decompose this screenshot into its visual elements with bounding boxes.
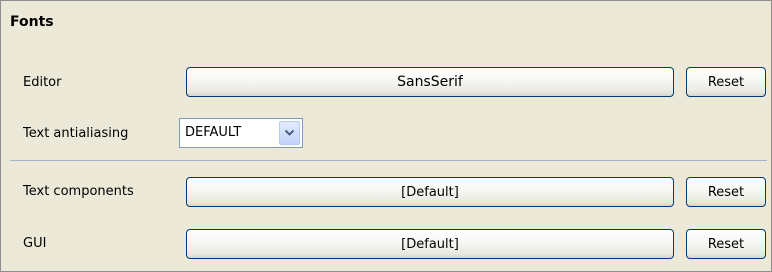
- gui-font-button[interactable]: [Default]: [186, 229, 674, 259]
- editor-font-button[interactable]: SansSerif: [186, 67, 674, 97]
- editor-font-value: SansSerif: [397, 74, 463, 90]
- editor-reset-label: Reset: [707, 74, 745, 90]
- gui-reset-button[interactable]: Reset: [686, 229, 766, 259]
- antialiasing-label: Text antialiasing: [23, 126, 129, 141]
- fonts-panel: Fonts Editor SansSerif Reset Text antial…: [0, 0, 772, 272]
- gui-reset-label: Reset: [707, 236, 745, 252]
- antialiasing-select[interactable]: DEFAULT: [179, 118, 303, 148]
- text-components-font-value: [Default]: [401, 184, 459, 200]
- text-components-label: Text components: [23, 184, 134, 199]
- section-title: Fonts: [10, 14, 54, 30]
- gui-label: GUI: [23, 236, 47, 251]
- editor-label: Editor: [23, 75, 62, 90]
- text-components-reset-label: Reset: [707, 184, 745, 200]
- section-divider: [10, 160, 767, 161]
- editor-reset-button[interactable]: Reset: [686, 67, 766, 97]
- text-components-reset-button[interactable]: Reset: [686, 177, 766, 207]
- chevron-down-icon[interactable]: [279, 121, 300, 145]
- antialiasing-selected-value: DEFAULT: [185, 125, 242, 140]
- text-components-font-button[interactable]: [Default]: [186, 177, 674, 207]
- gui-font-value: [Default]: [401, 236, 459, 252]
